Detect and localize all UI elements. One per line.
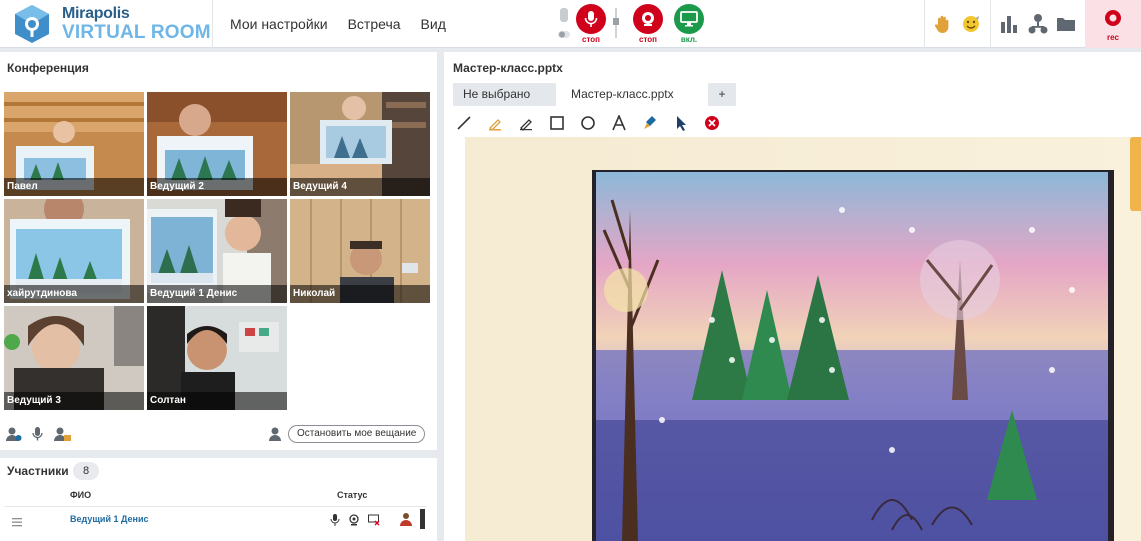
slide-image <box>592 170 1114 541</box>
main-menu: Мои настройки Встреча Вид <box>230 0 446 48</box>
presenter-icon[interactable] <box>400 512 412 526</box>
mic-control[interactable]: стоп <box>575 4 607 48</box>
participants-panel: Участники 8 ФИО Статус Ведущий 1 Денис <box>0 458 437 541</box>
screen-share-control[interactable]: вкл. <box>673 4 705 48</box>
mute-all-icon[interactable] <box>30 426 46 442</box>
circle-icon[interactable] <box>577 112 599 134</box>
conference-footer: Остановить мое вещание <box>0 422 437 446</box>
webcam-icon[interactable] <box>633 4 663 34</box>
video-tile[interactable]: Солтан <box>147 306 287 410</box>
line-tool-icon[interactable] <box>453 112 475 134</box>
menu-meeting[interactable]: Встреча <box>348 16 401 32</box>
volume-slider[interactable] <box>613 8 619 38</box>
screen-label: вкл. <box>680 35 698 44</box>
participants-count: 8 <box>73 462 99 480</box>
participants-title: Участники <box>7 464 69 478</box>
video-tile[interactable]: Ведущий 4 <box>290 92 430 196</box>
participant-name: Ведущий 1 Денис <box>70 514 149 524</box>
column-name-header[interactable]: ФИО <box>70 490 91 500</box>
person-icon <box>268 426 282 442</box>
camera-status-icon[interactable] <box>349 513 359 526</box>
conference-title: Конференция <box>7 61 89 75</box>
mic-label: стоп <box>582 35 600 44</box>
record-button[interactable]: rec <box>1085 0 1141 48</box>
video-tile[interactable]: хайрутдинова <box>4 199 144 303</box>
logo: Mirapolis VIRTUAL ROOM <box>12 4 212 44</box>
tile-name: Ведущий 1 Денис <box>147 285 287 303</box>
logo-line1: Mirapolis <box>62 5 130 22</box>
video-tile[interactable]: Николай <box>290 199 430 303</box>
menu-settings[interactable]: Мои настройки <box>230 16 328 32</box>
drawing-toolbar <box>453 112 723 134</box>
table-row[interactable]: Ведущий 1 Денис <box>4 506 426 530</box>
scroll-handle[interactable] <box>1130 137 1141 211</box>
tile-name: Николай <box>290 285 430 303</box>
document-panel: Мастер-класс.pptx Не выбрано Мастер-клас… <box>444 52 1141 541</box>
mic-status-icon[interactable] <box>330 513 340 526</box>
fill-icon[interactable] <box>639 112 661 134</box>
document-title: Мастер-класс.pptx <box>453 61 563 75</box>
network-icon[interactable] <box>1028 13 1048 35</box>
logo-line2: VIRTUAL ROOM <box>62 22 211 43</box>
pen-icon[interactable] <box>515 112 537 134</box>
logo-mark-icon <box>12 4 52 44</box>
rectangle-icon[interactable] <box>546 112 568 134</box>
tile-name: хайрутдинова <box>4 285 144 303</box>
video-tile[interactable]: Ведущий 2 <box>147 92 287 196</box>
pointer-icon[interactable] <box>670 112 692 134</box>
folder-icon[interactable] <box>1056 15 1076 33</box>
add-user-icon[interactable] <box>6 426 22 442</box>
stats-icon[interactable] <box>1000 14 1018 34</box>
conference-panel: Конференция Павел Ведущий 2 Ведущий 4 ха… <box>0 52 437 450</box>
video-tile[interactable]: Павел <box>4 92 144 196</box>
record-icon <box>1105 10 1121 26</box>
slide-canvas[interactable] <box>465 137 1141 541</box>
top-bar: Mirapolis VIRTUAL ROOM Мои настройки Вст… <box>0 0 1141 48</box>
clear-icon[interactable] <box>701 112 723 134</box>
column-status-header[interactable]: Статус <box>337 490 367 500</box>
text-icon[interactable] <box>608 112 630 134</box>
screen-status-icon[interactable] <box>368 513 380 526</box>
tile-name: Ведущий 2 <box>147 178 287 196</box>
menu-view[interactable]: Вид <box>421 16 446 32</box>
video-tile[interactable]: Ведущий 1 Денис <box>147 199 287 303</box>
rec-label: rec <box>1106 33 1119 42</box>
tile-name: Ведущий 4 <box>290 178 430 196</box>
camera-control[interactable]: стоп <box>632 4 664 48</box>
scrollbar[interactable] <box>420 509 425 529</box>
user-settings-icon[interactable] <box>54 426 72 442</box>
tile-name: Солтан <box>147 392 287 410</box>
emoji-icon[interactable] <box>961 14 981 34</box>
tab-none-selected[interactable]: Не выбрано <box>453 83 556 106</box>
highlighter-icon[interactable] <box>484 112 506 134</box>
raise-hand-icon[interactable] <box>933 14 953 34</box>
tile-name: Ведущий 3 <box>4 392 144 410</box>
video-tile[interactable]: Ведущий 3 <box>4 306 144 410</box>
microphone-icon[interactable] <box>576 4 606 34</box>
stop-broadcast-button[interactable]: Остановить мое вещание <box>288 425 426 443</box>
device-switch[interactable] <box>557 8 571 42</box>
add-tab-button[interactable]: + <box>708 83 736 106</box>
monitor-icon[interactable] <box>674 4 704 34</box>
drag-handle-icon[interactable] <box>12 514 22 527</box>
cam-label: стоп <box>639 35 657 44</box>
tab-master-class[interactable]: Мастер-класс.pptx <box>561 83 701 106</box>
tile-name: Павел <box>4 178 144 196</box>
